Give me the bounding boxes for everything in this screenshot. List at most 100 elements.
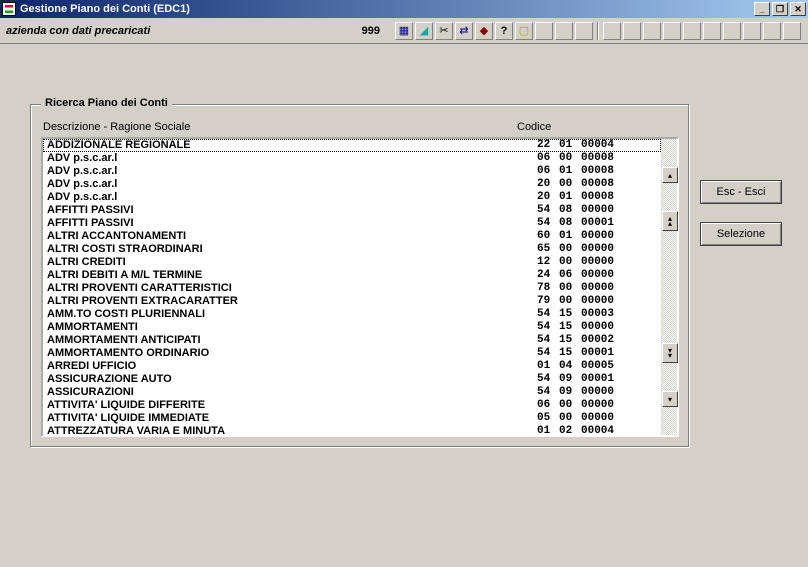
grey-btn-7[interactable]: [663, 22, 681, 40]
list-item[interactable]: ARREDI UFFICIO010400005: [43, 360, 661, 373]
list-item[interactable]: ALTRI DEBITI A M/L TERMINE240600000: [43, 269, 661, 282]
list-item[interactable]: AFFITTI PASSIVI540800000: [43, 204, 661, 217]
groupbox-legend: Ricerca Piano dei Conti: [41, 97, 172, 109]
select-button[interactable]: Selezione: [700, 222, 782, 246]
row-code: 220100004: [537, 139, 657, 152]
row-code: 540800000: [537, 204, 657, 217]
grey-btn-10[interactable]: [723, 22, 741, 40]
row-code: 541500002: [537, 334, 657, 347]
header-description: Descrizione - Ragione Sociale: [43, 121, 517, 133]
row-code: 541500001: [537, 347, 657, 360]
row-code: 541500003: [537, 308, 657, 321]
row-description: AMMORTAMENTI ANTICIPATI: [47, 334, 537, 347]
scroll-page-down-button[interactable]: ▾▾: [662, 343, 678, 363]
row-description: ADV p.s.c.ar.l: [47, 191, 537, 204]
list-item[interactable]: ALTRI COSTI STRAORDINARI650000000: [43, 243, 661, 256]
minimize-button[interactable]: _: [754, 2, 770, 16]
row-description: ADDIZIONALE REGIONALE: [47, 139, 537, 152]
row-description: ATTIVITA' LIQUIDE DIFFERITE: [47, 399, 537, 412]
grey-btn-4[interactable]: [603, 22, 621, 40]
row-description: ADV p.s.c.ar.l: [47, 152, 537, 165]
list-item[interactable]: ATTIVITA' LIQUIDE IMMEDIATE050000000: [43, 412, 661, 425]
row-description: ALTRI PROVENTI EXTRACARATTER: [47, 295, 537, 308]
row-description: ATTIVITA' LIQUIDE IMMEDIATE: [47, 412, 537, 425]
grey-btn-11[interactable]: [743, 22, 761, 40]
grey-btn-6[interactable]: [643, 22, 661, 40]
book2-icon[interactable]: ◆: [475, 22, 493, 40]
folder-icon[interactable]: ▢: [515, 22, 533, 40]
row-code: 650000000: [537, 243, 657, 256]
maximize-button[interactable]: ❐: [772, 2, 788, 16]
row-code: 010400005: [537, 360, 657, 373]
calendar-icon[interactable]: ▦: [395, 22, 413, 40]
list-item[interactable]: ALTRI CREDITI120000000: [43, 256, 661, 269]
row-code: 060000008: [537, 152, 657, 165]
row-description: AMM.TO COSTI PLURIENNALI: [47, 308, 537, 321]
header-code: Codice: [517, 121, 677, 133]
search-groupbox: Ricerca Piano dei Conti Descrizione - Ra…: [30, 104, 690, 448]
row-code: 120000000: [537, 256, 657, 269]
row-description: ASSICURAZIONI: [47, 386, 537, 399]
row-code: 780000000: [537, 282, 657, 295]
row-code: 200100008: [537, 191, 657, 204]
list-item[interactable]: ASSICURAZIONI540900000: [43, 386, 661, 399]
row-description: ATTREZZATURA VARIA E MINUTA: [47, 425, 537, 435]
column-headers: Descrizione - Ragione Sociale Codice: [43, 121, 677, 133]
row-description: AMMORTAMENTI: [47, 321, 537, 334]
row-code: 540900001: [537, 373, 657, 386]
scroll-page-up-button[interactable]: ▴▴: [662, 211, 678, 231]
results-list[interactable]: ADDIZIONALE REGIONALE220100004ADV p.s.c.…: [41, 137, 679, 437]
app-icon: [2, 2, 16, 16]
titlebar: Gestione Piano dei Conti (EDC1) _ ❐ ✕: [0, 0, 808, 18]
list-item[interactable]: ATTREZZATURA VARIA E MINUTA010200004: [43, 425, 661, 435]
grey-btn-2[interactable]: [555, 22, 573, 40]
help-icon[interactable]: ?: [495, 22, 513, 40]
scroll-down-button[interactable]: ▾: [662, 391, 678, 407]
row-description: ADV p.s.c.ar.l: [47, 165, 537, 178]
list-item[interactable]: ALTRI ACCANTONAMENTI600100000: [43, 230, 661, 243]
toolbar-divider: [597, 22, 599, 40]
list-item[interactable]: ALTRI PROVENTI CARATTERISTICI780000000: [43, 282, 661, 295]
row-code: 600100000: [537, 230, 657, 243]
list-item[interactable]: ADV p.s.c.ar.l200100008: [43, 191, 661, 204]
row-code: 060100008: [537, 165, 657, 178]
list-item[interactable]: ADV p.s.c.ar.l060100008: [43, 165, 661, 178]
side-buttons: Esc - Esci Selezione: [700, 180, 782, 264]
list-item[interactable]: AMMORTAMENTI541500000: [43, 321, 661, 334]
tools-icon[interactable]: ✂: [435, 22, 453, 40]
close-button[interactable]: ✕: [790, 2, 806, 16]
row-code: 541500000: [537, 321, 657, 334]
scrollbar[interactable]: ▴ ▴▴ ▾▾ ▾: [661, 139, 677, 435]
toolbar: azienda con dati precaricati 999 ▦ ◢ ✂ ⇄…: [0, 18, 808, 44]
grey-btn-5[interactable]: [623, 22, 641, 40]
list-item[interactable]: AFFITTI PASSIVI540800001: [43, 217, 661, 230]
row-code: 060000000: [537, 399, 657, 412]
list-item[interactable]: AMMORTAMENTI ANTICIPATI541500002: [43, 334, 661, 347]
window-title: Gestione Piano dei Conti (EDC1): [20, 3, 752, 15]
row-description: ALTRI COSTI STRAORDINARI: [47, 243, 537, 256]
row-description: AMMORTAMENTO ORDINARIO: [47, 347, 537, 360]
row-code: 540800001: [537, 217, 657, 230]
list-item[interactable]: AMMORTAMENTO ORDINARIO541500001: [43, 347, 661, 360]
row-description: ADV p.s.c.ar.l: [47, 178, 537, 191]
list-item[interactable]: ADDIZIONALE REGIONALE220100004: [43, 139, 661, 152]
grey-btn-12[interactable]: [763, 22, 781, 40]
exchange-icon[interactable]: ⇄: [455, 22, 473, 40]
scroll-up-button[interactable]: ▴: [662, 167, 678, 183]
book-icon[interactable]: ◢: [415, 22, 433, 40]
esc-button[interactable]: Esc - Esci: [700, 180, 782, 204]
list-item[interactable]: ADV p.s.c.ar.l200000008: [43, 178, 661, 191]
list-item[interactable]: ASSICURAZIONE AUTO540900001: [43, 373, 661, 386]
list-item[interactable]: AMM.TO COSTI PLURIENNALI541500003: [43, 308, 661, 321]
list-item[interactable]: ATTIVITA' LIQUIDE DIFFERITE060000000: [43, 399, 661, 412]
list-item[interactable]: ADV p.s.c.ar.l060000008: [43, 152, 661, 165]
grey-btn-1[interactable]: [535, 22, 553, 40]
grey-btn-9[interactable]: [703, 22, 721, 40]
list-item[interactable]: ALTRI PROVENTI EXTRACARATTER790000000: [43, 295, 661, 308]
row-code: 790000000: [537, 295, 657, 308]
grey-btn-3[interactable]: [575, 22, 593, 40]
grey-btn-13[interactable]: [783, 22, 801, 40]
row-description: ALTRI ACCANTONAMENTI: [47, 230, 537, 243]
grey-btn-8[interactable]: [683, 22, 701, 40]
company-label: azienda con dati precaricati: [6, 25, 150, 37]
